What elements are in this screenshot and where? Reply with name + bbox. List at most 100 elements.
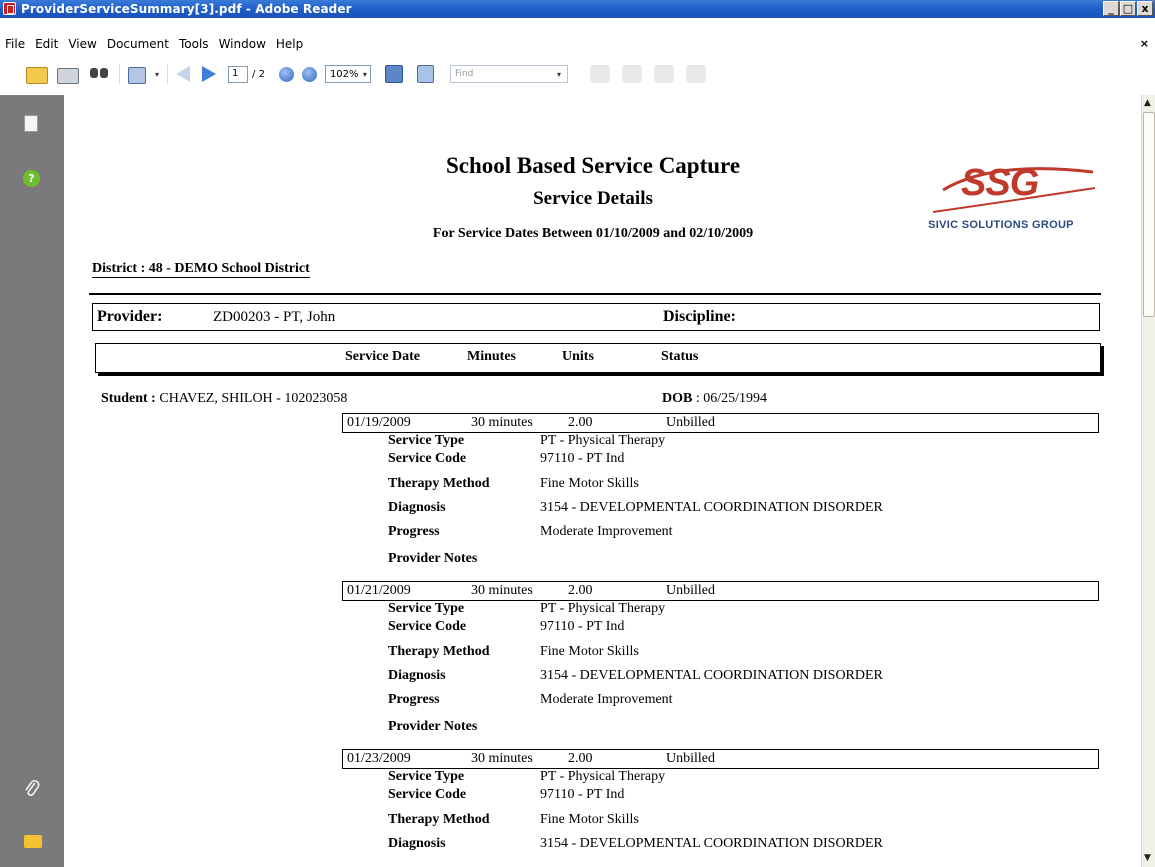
service-type-label: Service Type <box>388 433 465 448</box>
progress-value: Moderate Improvement <box>540 692 673 707</box>
service-type-value: PT - Physical Therapy <box>540 769 666 784</box>
menu-document[interactable]: Document <box>102 37 174 54</box>
toolbar-separator <box>167 64 169 84</box>
menu-list: File Edit View Document Tools Window Hel… <box>0 37 308 54</box>
service-type-value: PT - Physical Therapy <box>540 601 666 616</box>
navigation-pane: ? <box>0 95 64 867</box>
document-close-icon[interactable]: × <box>1140 37 1149 50</box>
attachment-icon[interactable] <box>24 778 40 805</box>
diagnosis-value: 3154 - DEVELOPMENTAL COORDINATION DISORD… <box>540 668 883 683</box>
provider-box: Provider: ZD00203 - PT, John Discipline: <box>92 303 1100 331</box>
zoom-select[interactable]: 102% ▾ <box>324 65 371 83</box>
form-icon[interactable] <box>685 65 706 83</box>
pages-icon[interactable] <box>24 115 38 132</box>
service-code-label: Service Code <box>388 619 467 634</box>
diagnosis-label: Diagnosis <box>388 836 446 851</box>
maximize-button[interactable]: □ <box>1120 1 1136 16</box>
service-type-label: Service Type <box>388 601 465 616</box>
help-icon[interactable]: ? <box>23 170 40 187</box>
report-date-range: For Service Dates Between 01/10/2009 and… <box>432 226 754 241</box>
service-units: 2.00 <box>568 583 593 598</box>
window-title: ProviderServiceSummary[3].pdf - Adobe Re… <box>21 2 352 16</box>
fit-width-icon[interactable] <box>384 65 403 83</box>
col-minutes: Minutes <box>467 349 516 364</box>
service-date: 01/21/2009 <box>347 583 411 598</box>
therapy-method-value: Fine Motor Skills <box>540 476 639 491</box>
menu-bar: File Edit View Document Tools Window Hel… <box>0 18 1155 53</box>
report-title: School Based Service Capture <box>445 153 741 178</box>
toolbar: ▾ 1 / 2 102% ▾ Find ▾ <box>0 53 1155 95</box>
zoom-out-icon[interactable] <box>278 66 294 82</box>
diagnosis-value: 3154 - DEVELOPMENTAL COORDINATION DISORD… <box>540 500 883 515</box>
comments-icon[interactable] <box>24 835 42 848</box>
next-page-icon[interactable] <box>202 66 217 82</box>
menu-tools[interactable]: Tools <box>174 37 214 54</box>
service-date: 01/23/2009 <box>347 751 411 766</box>
chevron-down-icon[interactable]: ▾ <box>557 70 567 79</box>
sign-icon[interactable] <box>128 67 146 84</box>
find-placeholder: Find <box>454 69 474 79</box>
binoculars-icon[interactable] <box>88 63 110 85</box>
find-input[interactable]: Find ▾ <box>449 65 568 83</box>
service-code-value: 97110 - PT Ind <box>540 451 625 466</box>
student-line: Student : CHAVEZ, SHILOH - 102023058 <box>101 391 347 407</box>
logo-wordmark: SSG <box>961 162 1039 204</box>
vertical-scrollbar[interactable]: ▲ ▼ <box>1141 95 1155 867</box>
dob-label: DOB <box>662 391 693 406</box>
logo-tagline: SIVIC SOLUTIONS GROUP <box>928 219 1074 231</box>
progress-label: Progress <box>388 692 440 707</box>
therapy-method-value: Fine Motor Skills <box>540 812 639 827</box>
ssg-logo: SSG SIVIC SOLUTIONS GROUP <box>903 150 1099 247</box>
select-tool-icon[interactable] <box>589 65 610 83</box>
open-folder-icon[interactable] <box>26 67 48 84</box>
document-viewport[interactable]: School Based Service Capture Service Det… <box>64 95 1141 867</box>
scroll-up-icon[interactable]: ▲ <box>1144 98 1151 108</box>
service-code-value: 97110 - PT Ind <box>540 787 625 802</box>
service-status: Unbilled <box>666 415 715 430</box>
print-icon[interactable] <box>57 68 79 84</box>
service-summary-row: 01/21/2009 30 minutes 2.00 Unbilled <box>342 581 1099 601</box>
fit-page-icon[interactable] <box>416 65 434 83</box>
page-number-input[interactable]: 1 <box>228 65 249 83</box>
previous-page-icon[interactable] <box>176 66 191 82</box>
menu-view[interactable]: View <box>63 37 101 54</box>
menu-help[interactable]: Help <box>271 37 308 54</box>
scrollbar-thumb[interactable] <box>1143 112 1155 317</box>
window-controls: _ □ x <box>1103 1 1153 16</box>
therapy-method-value: Fine Motor Skills <box>540 644 639 659</box>
dob-value: : 06/25/1994 <box>695 391 768 406</box>
title-bar: ProviderServiceSummary[3].pdf - Adobe Re… <box>0 0 1155 18</box>
service-code-value: 97110 - PT Ind <box>540 619 625 634</box>
report-subtitle: Service Details <box>533 188 653 209</box>
service-code-label: Service Code <box>388 451 467 466</box>
service-type-value: PT - Physical Therapy <box>540 433 666 448</box>
diagnosis-label: Diagnosis <box>388 500 446 515</box>
service-units: 2.00 <box>568 415 593 430</box>
menu-file[interactable]: File <box>0 37 30 54</box>
sign-dropdown-icon[interactable]: ▾ <box>155 70 159 79</box>
discipline-label: Discipline: <box>663 308 736 325</box>
toolbar-separator <box>119 64 120 84</box>
next-view-icon[interactable] <box>653 65 674 83</box>
dob-line: DOB : 06/25/1994 <box>662 391 767 407</box>
zoom-value: 102% <box>329 68 359 80</box>
divider <box>89 293 1101 295</box>
chevron-down-icon[interactable]: ▾ <box>360 70 370 79</box>
zoom-in-icon[interactable] <box>301 66 317 82</box>
service-code-label: Service Code <box>388 787 467 802</box>
diagnosis-label: Diagnosis <box>388 668 446 683</box>
student-label: Student : <box>101 391 156 406</box>
column-header: Service Date Minutes Units Status <box>95 343 1101 373</box>
minimize-button[interactable]: _ <box>1103 1 1119 16</box>
service-minutes: 30 minutes <box>471 751 533 766</box>
service-status: Unbilled <box>666 583 715 598</box>
close-button[interactable]: x <box>1137 1 1153 16</box>
service-status: Unbilled <box>666 751 715 766</box>
progress-label: Progress <box>388 524 440 539</box>
menu-edit[interactable]: Edit <box>30 37 63 54</box>
previous-view-icon[interactable] <box>621 65 642 83</box>
diagnosis-value: 3154 - DEVELOPMENTAL COORDINATION DISORD… <box>540 836 883 851</box>
menu-window[interactable]: Window <box>214 37 271 54</box>
page-total: / 2 <box>252 68 265 80</box>
scroll-down-icon[interactable]: ▼ <box>1144 853 1151 863</box>
